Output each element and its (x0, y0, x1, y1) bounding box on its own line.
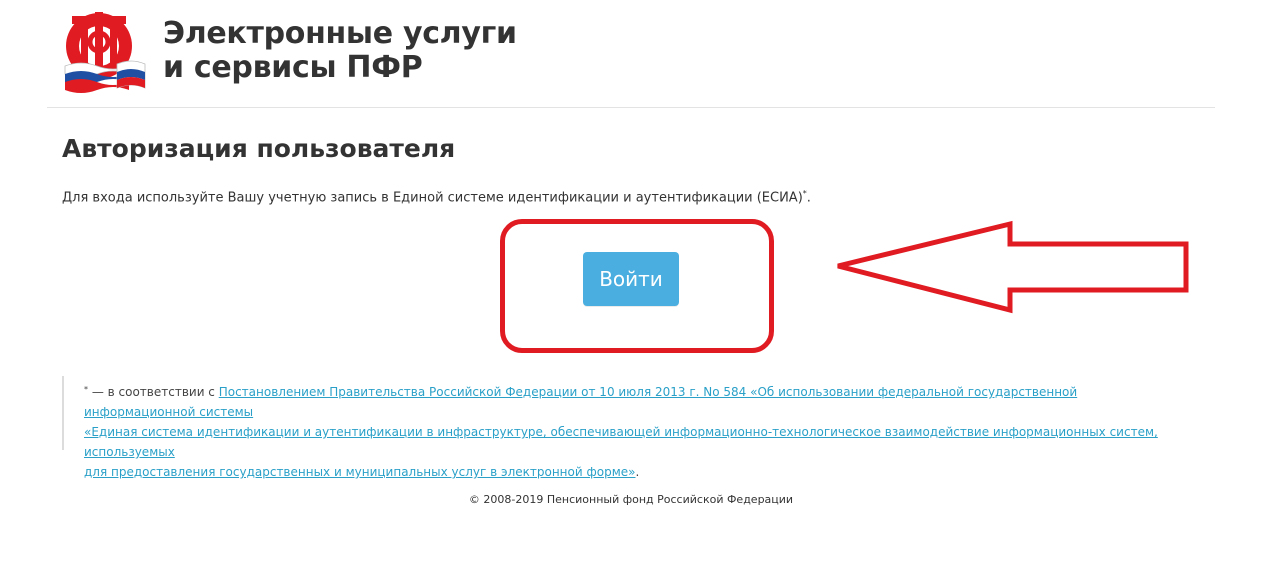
footnote-suffix: . (635, 465, 640, 479)
decree-link-line1[interactable]: Постановлением Правительства Российской … (84, 385, 1077, 419)
intro-text: Для входа используйте Вашу учетную запис… (62, 185, 811, 207)
pfr-logo[interactable] (59, 6, 151, 98)
site-title: Электронные услуги и сервисы ПФР (163, 17, 517, 85)
footnote-marker: * (84, 385, 88, 394)
footnote: * — в соответствии с Постановлением Прав… (62, 376, 1182, 479)
intro-text-body: Для входа используйте Вашу учетную запис… (62, 190, 803, 206)
pointer-arrow-icon (837, 220, 1189, 314)
site-title-line2: и сервисы ПФР (163, 50, 423, 85)
site-header: Электронные услуги и сервисы ПФР (47, 0, 1215, 108)
decree-link-line2[interactable]: «Единая система идентификации и аутентиф… (84, 425, 1158, 459)
decree-link-line3[interactable]: для предоставления государственных и мун… (84, 465, 635, 479)
site-title-line1: Электронные услуги (163, 16, 517, 51)
intro-text-end: . (806, 190, 811, 206)
login-button[interactable]: Войти (583, 252, 679, 306)
copyright: © 2008-2019 Пенсионный фонд Российской Ф… (468, 493, 794, 506)
page-title: Авторизация пользователя (62, 134, 456, 163)
footnote-prefix: — в соответствии с (88, 385, 219, 399)
